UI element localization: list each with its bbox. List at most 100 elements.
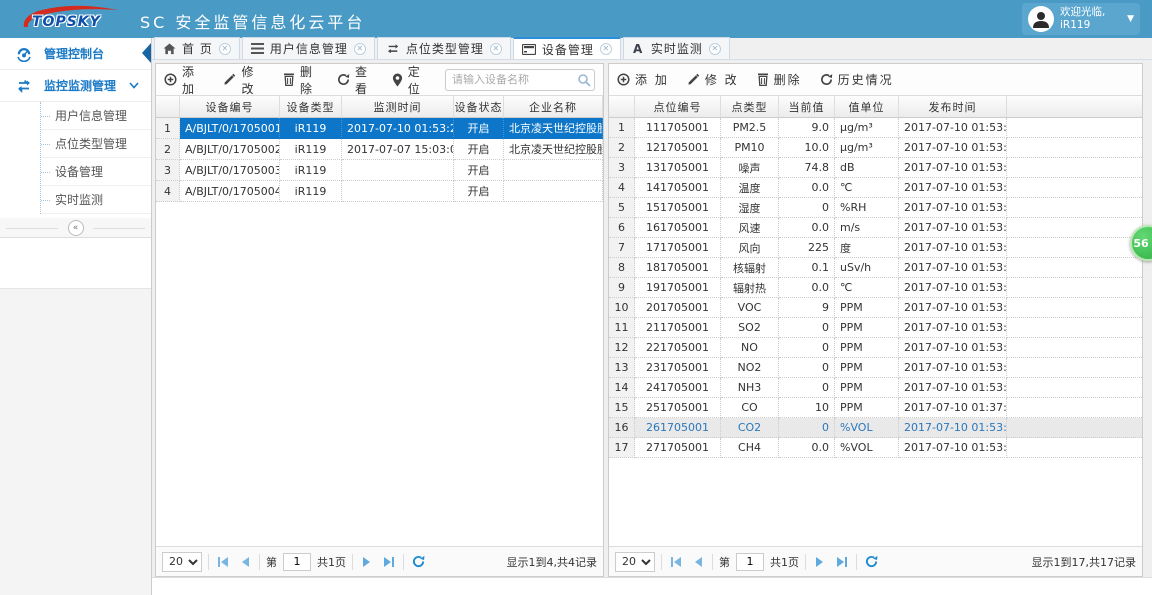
- divider: [208, 553, 209, 570]
- table-row[interactable]: 7171705001风向225度2017-07-10 01:53:21: [609, 238, 1142, 258]
- page-size-select[interactable]: 20: [162, 551, 202, 572]
- swap-icon: [387, 43, 398, 53]
- column-header[interactable]: 点位编号: [635, 96, 721, 118]
- table-row[interactable]: 3 A/BJLT/0/1705003 iR119 开启: [156, 160, 603, 181]
- table-row[interactable]: 8181705001核辐射0.1uSv/h2017-07-10 01:53:21: [609, 258, 1142, 278]
- add-button[interactable]: 添 加: [617, 71, 669, 88]
- column-header[interactable]: 值单位: [835, 96, 899, 118]
- column-header[interactable]: 设备编号: [180, 96, 280, 118]
- table-row[interactable]: 13231705001NO20PPM2017-07-10 01:53:22: [609, 358, 1142, 378]
- tab-home[interactable]: 首 页 ✕: [154, 37, 240, 59]
- table-row[interactable]: 15251705001CO10PPM2017-07-10 01:37:01: [609, 398, 1142, 418]
- edit-button[interactable]: 修 改: [687, 71, 739, 88]
- tab-close-icon[interactable]: ✕: [353, 42, 366, 55]
- divider: [805, 553, 806, 570]
- sidebar-item-user-info[interactable]: 用户信息管理: [41, 102, 151, 130]
- user-menu[interactable]: 欢迎光临, iR119 ▼: [1022, 3, 1140, 35]
- row-number-cell: 15: [609, 398, 635, 418]
- sidebar-subitem-label: 实时监测: [55, 193, 104, 207]
- column-header[interactable]: 发布时间: [899, 96, 1007, 118]
- collapse-icon[interactable]: «: [67, 219, 84, 236]
- point-pagination: 20 第 共1页 显示1到17,共17记录: [609, 546, 1142, 576]
- next-page-icon[interactable]: [812, 554, 828, 570]
- row-number-cell: 9: [609, 278, 635, 298]
- table-row[interactable]: 1 111705001 PM2.5 9.0 μg/m³ 2017-07-10 01:53:…: [609, 118, 1142, 138]
- table-cell: A/BJLT/0/1705004: [180, 181, 280, 202]
- sidebar-item-device-management[interactable]: 设备管理: [41, 158, 151, 186]
- column-header[interactable]: 企业名称: [504, 96, 603, 118]
- table-row[interactable]: 17271705001CH40.0%VOL2017-07-10 01:53:21: [609, 438, 1142, 458]
- search-icon[interactable]: [577, 73, 591, 87]
- view-button[interactable]: 查看: [337, 63, 374, 97]
- table-cell: 261705001: [635, 418, 721, 438]
- table-cell: 2017-07-10 01:53:21: [899, 258, 1007, 278]
- reload-icon[interactable]: [410, 554, 426, 570]
- row-number-cell: 8: [609, 258, 635, 278]
- first-page-icon[interactable]: [668, 554, 684, 570]
- table-row[interactable]: 5151705001湿度0%RH2017-07-10 01:53:22: [609, 198, 1142, 218]
- table-row[interactable]: 3131705001噪声74.8dB2017-07-10 01:53:22: [609, 158, 1142, 178]
- table-row[interactable]: 6161705001风速0.0m/s2017-07-10 01:53:21: [609, 218, 1142, 238]
- table-cell: 0: [779, 338, 835, 358]
- search-input[interactable]: [445, 68, 595, 91]
- table-row[interactable]: 10201705001VOC9PPM2017-07-10 01:53:22: [609, 298, 1142, 318]
- table-row[interactable]: 9191705001辐射热0.0℃2017-07-10 01:53:21: [609, 278, 1142, 298]
- add-button[interactable]: 添 加: [164, 63, 205, 97]
- column-header[interactable]: 点类型: [721, 96, 779, 118]
- last-page-icon[interactable]: [834, 554, 850, 570]
- table-cell: 9: [779, 298, 835, 318]
- list-icon: [250, 43, 264, 54]
- table-cell: iR119: [280, 181, 342, 202]
- svg-text:A: A: [633, 43, 643, 54]
- tab-user-info[interactable]: 用户信息管理 ✕: [241, 37, 375, 59]
- column-header[interactable]: 设备状态: [454, 96, 504, 118]
- table-row[interactable]: 4 A/BJLT/0/1705004 iR119 开启: [156, 181, 603, 202]
- map-pin-icon: [392, 73, 402, 86]
- table-row[interactable]: 2 A/BJLT/0/1705002 iR119 2017-07-07 15:03:0…: [156, 139, 603, 160]
- tab-label: 首 页: [182, 42, 213, 56]
- next-page-icon[interactable]: [359, 554, 375, 570]
- tab-point-type[interactable]: 点位类型管理 ✕: [376, 37, 511, 59]
- row-number-cell: 4: [156, 181, 180, 202]
- sidebar-item-realtime-monitor[interactable]: 实时监测: [41, 186, 151, 214]
- page-size-select[interactable]: 20: [615, 551, 655, 572]
- tab-close-icon[interactable]: ✕: [599, 43, 612, 55]
- sidebar-item-console[interactable]: 管理控制台: [0, 38, 151, 70]
- table-row[interactable]: 4141705001温度0.0℃2017-07-10 01:53:22: [609, 178, 1142, 198]
- delete-button[interactable]: 删除: [283, 63, 319, 97]
- tab-device-management[interactable]: 设备管理 ✕: [512, 37, 621, 59]
- locate-button[interactable]: 定位: [392, 63, 427, 97]
- history-button[interactable]: 历史情况: [820, 71, 894, 88]
- tab-close-icon[interactable]: ✕: [489, 42, 502, 55]
- tab-close-icon[interactable]: ✕: [218, 42, 231, 55]
- table-row[interactable]: 12221705001NO0PPM2017-07-10 01:53:21: [609, 338, 1142, 358]
- tab-realtime-monitor[interactable]: A 实时监测 ✕: [622, 37, 730, 59]
- page-number-input[interactable]: [283, 552, 311, 571]
- column-header[interactable]: 当前值: [779, 96, 835, 118]
- reload-icon[interactable]: [863, 554, 879, 570]
- page-number-input[interactable]: [736, 552, 764, 571]
- sidebar-item-monitoring-management[interactable]: 监控监测管理: [0, 70, 151, 102]
- first-page-icon[interactable]: [215, 554, 231, 570]
- sidebar-collapse-button[interactable]: «: [0, 218, 151, 238]
- table-row[interactable]: 2 121705001 PM10 10.0 μg/m³ 2017-07-10 01:53:…: [609, 138, 1142, 158]
- table-cell: [342, 160, 454, 181]
- filler-cell: [1007, 218, 1142, 238]
- table-row[interactable]: 1 A/BJLT/0/1705001 iR119 2017-07-10 01:53:2…: [156, 118, 603, 139]
- tab-close-icon[interactable]: ✕: [708, 42, 721, 55]
- table-cell: uSv/h: [835, 258, 899, 278]
- prev-page-icon[interactable]: [690, 554, 706, 570]
- last-page-icon[interactable]: [381, 554, 397, 570]
- prev-page-icon[interactable]: [237, 554, 253, 570]
- filler-cell: [1007, 198, 1142, 218]
- table-row[interactable]: 11211705001SO20PPM2017-07-10 01:53:22: [609, 318, 1142, 338]
- delete-button[interactable]: 删除: [757, 71, 802, 88]
- column-header[interactable]: 设备类型: [280, 96, 342, 118]
- edit-button[interactable]: 修 改: [223, 63, 264, 97]
- column-header[interactable]: 监测时间: [342, 96, 454, 118]
- table-row[interactable]: 16261705001CO20%VOL2017-07-10 01:53:22: [609, 418, 1142, 438]
- pencil-icon: [224, 73, 236, 85]
- sidebar-item-point-type[interactable]: 点位类型管理: [41, 130, 151, 158]
- edit-label: 修 改: [704, 73, 739, 87]
- table-row[interactable]: 14241705001NH30PPM2017-07-10 01:53:21: [609, 378, 1142, 398]
